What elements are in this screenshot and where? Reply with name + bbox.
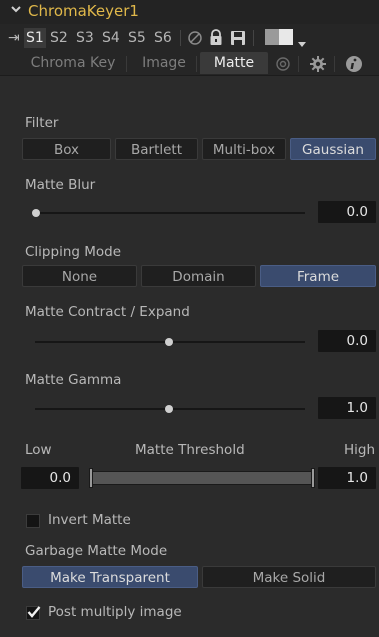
node-name: ChromaKeyer1 (28, 2, 139, 20)
post-multiply-label: Post multiply image (48, 604, 182, 620)
make-transparent-button[interactable]: Make Transparent (22, 566, 198, 588)
matte-contract-expand-value[interactable]: 0.0 (318, 330, 376, 352)
matte-gamma-value[interactable]: 1.0 (318, 397, 376, 419)
matte-blur-slider-knob[interactable] (32, 209, 40, 217)
save-icon[interactable] (230, 30, 246, 50)
tab-image[interactable]: Image (134, 52, 194, 74)
tab-divider (196, 56, 197, 72)
scene-s4-button[interactable]: S4 (102, 28, 120, 48)
filter-box-button[interactable]: Box (22, 138, 111, 160)
lock-icon[interactable] (209, 29, 223, 50)
tab-link-icon[interactable] (275, 56, 291, 76)
filter-multi-box-button[interactable]: Multi-box (202, 138, 286, 160)
toolbar-divider (180, 30, 181, 46)
threshold-low-handle[interactable] (89, 468, 93, 488)
toolbar-divider (253, 30, 254, 46)
scene-s5-button[interactable]: S5 (128, 28, 146, 48)
scene-s3-button[interactable]: S3 (76, 28, 94, 48)
invert-matte-label: Invert Matte (48, 512, 131, 528)
color-swatch-icon[interactable] (279, 29, 293, 45)
filter-bartlett-button[interactable]: Bartlett (115, 138, 198, 160)
tab-matte[interactable]: Matte (200, 52, 268, 74)
chevron-down-icon[interactable] (10, 3, 22, 18)
tab-divider (334, 56, 335, 72)
threshold-high-value[interactable]: 1.0 (318, 467, 376, 489)
clipping-frame-button[interactable]: Frame (260, 265, 376, 287)
threshold-high-handle[interactable] (311, 468, 315, 488)
clipping-mode-label: Clipping Mode (25, 244, 122, 260)
threshold-low-value[interactable]: 0.0 (21, 467, 79, 489)
matte-threshold-label: Matte Threshold (135, 442, 245, 458)
garbage-matte-mode-label: Garbage Matte Mode (25, 543, 168, 559)
scene-s1-button[interactable]: S1 (24, 28, 46, 48)
threshold-high-label: High (344, 442, 376, 458)
scene-s2-button[interactable]: S2 (50, 28, 68, 48)
matte-contract-expand-slider-knob[interactable] (165, 338, 173, 346)
scene-s6-button[interactable]: S6 (154, 28, 172, 48)
matte-contract-expand-label: Matte Contract / Expand (25, 304, 190, 320)
reset-icon[interactable] (187, 30, 203, 50)
tab-divider (126, 56, 127, 72)
tab-info-icon[interactable] (345, 55, 363, 77)
tab-settings-gear-icon[interactable] (309, 55, 327, 77)
color-swatch-icon[interactable] (265, 29, 279, 45)
matte-gamma-slider-knob[interactable] (165, 405, 173, 413)
matte-blur-slider[interactable] (35, 212, 305, 214)
filter-label: Filter (25, 115, 59, 131)
pin-icon[interactable]: ⇥ (8, 28, 20, 48)
tab-chroma-key[interactable]: Chroma Key (22, 52, 124, 74)
clipping-domain-button[interactable]: Domain (141, 265, 256, 287)
matte-threshold-range-slider[interactable] (90, 471, 314, 485)
clipping-none-button[interactable]: None (22, 265, 137, 287)
matte-gamma-label: Matte Gamma (25, 372, 122, 388)
tab-divider (298, 56, 299, 72)
threshold-low-label: Low (25, 442, 52, 458)
matte-blur-label: Matte Blur (25, 177, 96, 193)
matte-blur-value[interactable]: 0.0 (318, 201, 376, 223)
checkmark-icon (26, 604, 42, 623)
make-solid-button[interactable]: Make Solid (202, 566, 376, 588)
invert-matte-checkbox[interactable] (26, 514, 40, 528)
dropdown-arrow-icon[interactable] (298, 36, 306, 51)
filter-gaussian-button[interactable]: Gaussian (290, 138, 376, 160)
